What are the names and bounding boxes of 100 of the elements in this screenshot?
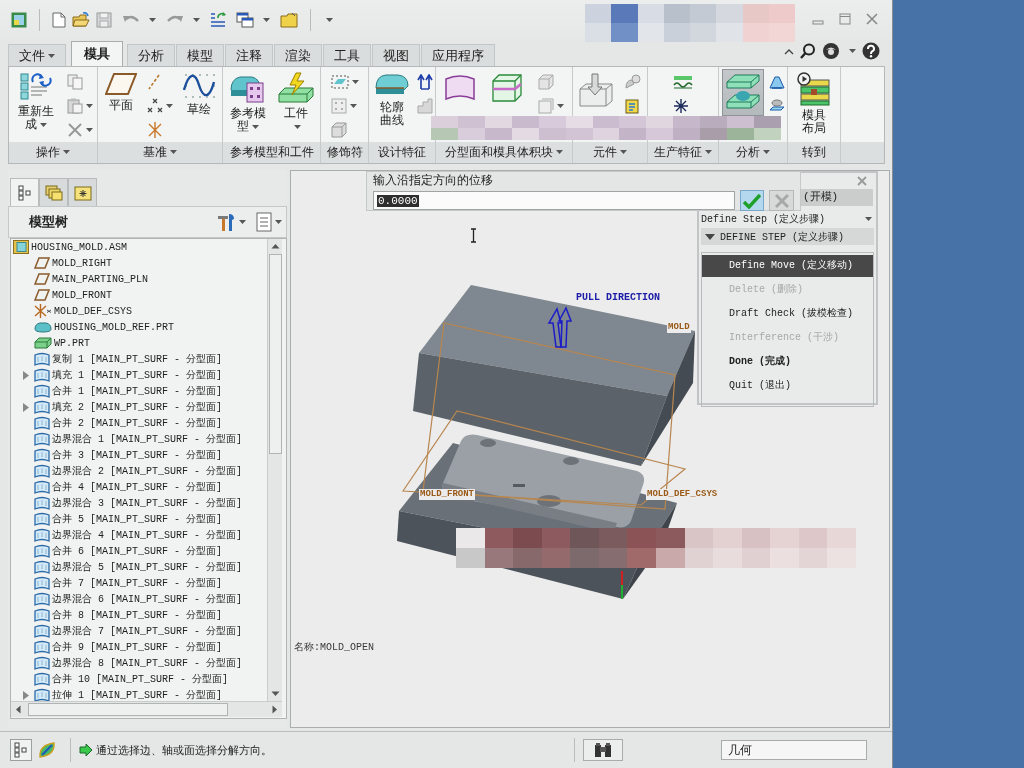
caret-icon[interactable] — [326, 18, 333, 22]
scroll-thumb[interactable] — [28, 703, 228, 716]
caret-icon[interactable] — [48, 53, 55, 58]
asterisk-icon[interactable] — [673, 98, 689, 114]
tree-item[interactable]: 复制 1 [MAIN_PT_SURF - 分型面] — [11, 351, 223, 367]
panel-tab[interactable] — [39, 178, 68, 206]
ribbon-tab[interactable]: 注释 — [225, 44, 273, 66]
horizontal-scrollbar[interactable] — [11, 701, 282, 717]
caret-icon[interactable] — [294, 124, 302, 129]
caret-icon[interactable] — [349, 104, 357, 108]
ribbon-tab[interactable]: 分析 — [127, 44, 175, 66]
tree-item[interactable]: 合并 6 [MAIN_PT_SURF - 分型面] — [11, 543, 223, 559]
tree-item[interactable]: 合并 10 [MAIN_PT_SURF - 分型面] — [11, 671, 229, 687]
regenerate-list-icon[interactable] — [210, 12, 226, 28]
caret-icon[interactable] — [251, 124, 259, 129]
ribbon-tab[interactable]: 视图 — [372, 44, 420, 66]
caret-icon[interactable] — [39, 122, 47, 127]
caret-icon[interactable] — [170, 150, 177, 154]
wave-strip-icon[interactable] — [673, 75, 693, 89]
group-menu-button[interactable]: 生产特征 — [651, 142, 715, 162]
ramp-icon[interactable] — [768, 74, 785, 90]
caret-icon[interactable] — [351, 80, 359, 84]
caret-icon[interactable] — [166, 104, 173, 108]
reference-model-button[interactable]: 参考模型 — [225, 69, 270, 135]
community-icon[interactable] — [822, 42, 840, 60]
datum-axis-icon[interactable] — [147, 74, 161, 90]
tree-item[interactable]: 边界混合 4 [MAIN_PT_SURF - 分型面] — [11, 527, 243, 543]
dotted-square-icon[interactable] — [330, 98, 347, 114]
menu-item[interactable]: Done (完成) — [702, 351, 873, 373]
tree-item[interactable]: WP.PRT — [11, 335, 90, 351]
workpiece-button[interactable]: 工件 — [275, 69, 318, 135]
tree-item[interactable]: 边界混合 2 [MAIN_PT_SURF - 分型面] — [11, 463, 243, 479]
status-toggle-button[interactable] — [36, 739, 58, 761]
mold-layout-button[interactable]: 模具布局 — [793, 69, 835, 137]
tree-item[interactable]: 拉伸 1 [MAIN_PT_SURF - 分型面] — [11, 687, 223, 701]
ribbon-tab[interactable]: 模型 — [176, 44, 224, 66]
tree-item[interactable]: MOLD_FRONT — [11, 287, 112, 303]
selection-filter-field[interactable]: 几何 — [721, 740, 867, 760]
tree-item[interactable]: 边界混合 6 [MAIN_PT_SURF - 分型面] — [11, 591, 243, 607]
tree-item[interactable]: MOLD_RIGHT — [11, 255, 112, 271]
caret-icon[interactable] — [193, 18, 200, 22]
double-up-arrow-icon[interactable] — [416, 74, 433, 90]
analysis-tool-button[interactable] — [721, 69, 764, 116]
caret-icon[interactable] — [149, 18, 156, 22]
new-file-icon[interactable] — [52, 12, 66, 28]
step-dropdown[interactable]: Define Step (定义步骤) — [701, 212, 876, 225]
tree-item[interactable]: 合并 2 [MAIN_PT_SURF - 分型面] — [11, 415, 223, 431]
expand-arrow-icon[interactable] — [22, 402, 29, 412]
tree-item[interactable]: 合并 7 [MAIN_PT_SURF - 分型面] — [11, 575, 223, 591]
windows-icon[interactable] — [236, 12, 254, 28]
group-menu-button[interactable]: 分析 — [733, 142, 773, 162]
plane-button[interactable]: 平面 — [101, 69, 140, 114]
group-menu-button[interactable]: 基准 — [140, 142, 180, 162]
disc-on-plate-icon[interactable] — [768, 98, 785, 114]
caret-icon[interactable] — [705, 150, 712, 154]
tree-item[interactable]: 合并 4 [MAIN_PT_SURF - 分型面] — [11, 479, 223, 495]
tree-item[interactable]: 填充 2 [MAIN_PT_SURF - 分型面] — [11, 399, 223, 415]
tree-item[interactable]: 边界混合 1 [MAIN_PT_SURF - 分型面] — [11, 431, 243, 447]
tree-item[interactable]: 边界混合 7 [MAIN_PT_SURF - 分型面] — [11, 623, 243, 639]
caret-icon[interactable] — [263, 18, 270, 22]
tree-item[interactable]: 合并 5 [MAIN_PT_SURF - 分型面] — [11, 511, 223, 527]
tree-item[interactable]: 合并 1 [MAIN_PT_SURF - 分型面] — [11, 383, 223, 399]
caret-icon[interactable] — [85, 104, 93, 108]
caret-icon[interactable] — [239, 220, 246, 224]
tree-item[interactable]: HOUSING_MOLD_REF.PRT — [11, 319, 175, 335]
tree-item[interactable]: 合并 3 [MAIN_PT_SURF - 分型面] — [11, 447, 223, 463]
open-folder-icon[interactable] — [72, 12, 90, 28]
cone-and-ball-icon[interactable] — [624, 74, 642, 90]
expand-arrow-icon[interactable] — [22, 690, 29, 700]
tree-item[interactable]: 边界混合 8 [MAIN_PT_SURF - 分型面] — [11, 655, 243, 671]
ribbon-tab[interactable]: 应用程序 — [421, 44, 495, 66]
tree-item[interactable]: HOUSING_MOLD.ASM — [11, 239, 127, 255]
close-icon[interactable] — [866, 13, 878, 25]
expand-arrow-icon[interactable] — [22, 370, 29, 380]
caret-icon[interactable] — [865, 216, 872, 221]
profile-curve-button[interactable]: 轮廓曲线 — [371, 69, 412, 129]
displacement-input[interactable]: 0.0000 — [373, 191, 735, 210]
tree-item[interactable]: 填充 1 [MAIN_PT_SURF - 分型面] — [11, 367, 223, 383]
caret-icon[interactable] — [557, 104, 565, 108]
scroll-thumb[interactable] — [268, 254, 282, 454]
settings-icon[interactable] — [216, 212, 236, 232]
datum-point-icon[interactable] — [147, 98, 163, 114]
folder-icon[interactable] — [280, 12, 298, 28]
collapse-arrow-icon[interactable] — [705, 231, 715, 242]
find-button[interactable] — [583, 739, 623, 761]
group-menu-button[interactable]: 元件 — [590, 142, 630, 162]
tree-item[interactable]: 合并 8 [MAIN_PT_SURF - 分型面] — [11, 607, 223, 623]
menu-item[interactable]: Quit (退出) — [702, 375, 873, 397]
help-icon[interactable] — [862, 42, 880, 60]
tree-item[interactable]: 合并 9 [MAIN_PT_SURF - 分型面] — [11, 639, 223, 655]
status-toggle-button[interactable] — [10, 739, 32, 761]
sketch-button[interactable]: 草绘 — [180, 69, 219, 118]
caret-icon[interactable] — [275, 220, 282, 224]
accept-button[interactable] — [739, 190, 765, 211]
caret-icon[interactable] — [556, 150, 563, 154]
menu-item[interactable]: Draft Check (拔模检查) — [702, 303, 873, 325]
panel-tab[interactable] — [68, 178, 97, 206]
group-menu-button[interactable]: 分型面和模具体积块 — [442, 142, 566, 162]
regenerate-button[interactable]: 重新生成 — [13, 69, 58, 133]
ribbon-tab[interactable]: 工具 — [323, 44, 371, 66]
